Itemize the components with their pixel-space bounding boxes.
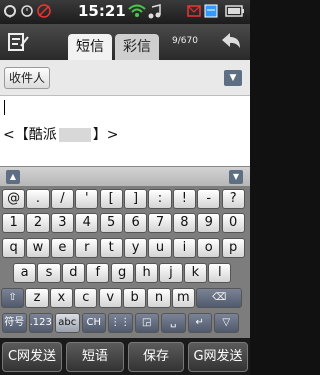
message-icon <box>187 4 201 18</box>
key-1-10[interactable]: ? <box>221 189 245 209</box>
redacted-name <box>58 128 91 142</box>
signature-close: 】> <box>92 127 119 143</box>
key-5-7[interactable]: n <box>147 288 171 308</box>
key-1-5[interactable]: [ <box>99 189 123 209</box>
key-2-2[interactable]: 2 <box>26 213 50 233</box>
recipient-button[interactable]: 收件人 <box>4 67 50 89</box>
key-3-4[interactable]: r <box>75 238 99 258</box>
key-6-9[interactable]: ▽ <box>214 313 239 333</box>
key-1-2[interactable]: . <box>26 189 50 209</box>
back-icon[interactable] <box>218 30 244 54</box>
key-2-1[interactable]: 1 <box>2 213 26 233</box>
key-2-6[interactable]: 6 <box>124 213 148 233</box>
key-5-2[interactable]: z <box>25 288 49 308</box>
key-6-1[interactable]: 符号 <box>2 313 27 333</box>
key-2-3[interactable]: 3 <box>50 213 74 233</box>
chevron-up-icon[interactable]: ▲ <box>6 170 20 184</box>
status-bar: 15:21 <box>0 0 250 24</box>
key-1-4[interactable]: ' <box>75 189 99 209</box>
key-3-2[interactable]: w <box>26 238 50 258</box>
key-1-8[interactable]: ! <box>172 189 196 209</box>
vibrate-off-icon <box>37 4 51 18</box>
key-3-3[interactable]: e <box>50 238 74 258</box>
status-time: 15:21 <box>78 2 126 20</box>
tab-sms[interactable]: 短信 <box>68 34 112 60</box>
key-5-1[interactable]: ⇧ <box>1 288 25 308</box>
key-2-8[interactable]: 8 <box>172 213 196 233</box>
key-6-2[interactable]: .123 <box>28 313 53 333</box>
key-2-9[interactable]: 9 <box>197 213 221 233</box>
c-network-send-button[interactable]: C网发送 <box>2 342 62 372</box>
signature-text: <【酷派 】> <box>3 124 118 144</box>
wifi-icon <box>128 3 146 17</box>
key-4-3[interactable]: d <box>61 263 85 283</box>
key-6-4[interactable]: CH <box>81 313 106 333</box>
calendar-icon <box>204 4 218 18</box>
tab-mms[interactable]: 彩信 <box>115 34 159 60</box>
key-3-1[interactable]: q <box>2 238 26 258</box>
on-screen-keyboard: @. / '[]:! -? 1 2 3 4 5 6 7 8 9 0 q w e r t y u i o p a s d f g h j k l ⇧… <box>0 186 250 338</box>
compose-icon[interactable] <box>8 32 30 52</box>
key-5-6[interactable]: b <box>123 288 147 308</box>
phrases-button[interactable]: 短语 <box>66 342 124 372</box>
key-5-8[interactable]: m <box>171 288 195 308</box>
key-6-8[interactable]: ↵ <box>187 313 212 333</box>
message-body-input[interactable]: <【酷派 】> <box>0 96 250 166</box>
music-icon <box>148 4 162 19</box>
chevron-down-icon[interactable]: ▼ <box>224 70 242 86</box>
key-4-9[interactable]: l <box>208 263 232 283</box>
recipient-row: 收件人 ▼ <box>0 60 250 96</box>
key-6-6[interactable]: ◲ <box>134 313 159 333</box>
key-2-4[interactable]: 4 <box>75 213 99 233</box>
key-3-8[interactable]: i <box>172 238 196 258</box>
signature-open: <【酷派 <box>3 127 57 143</box>
key-1-3[interactable]: / <box>50 189 74 209</box>
key-4-4[interactable]: f <box>86 263 110 283</box>
alarm-icon <box>20 4 34 18</box>
key-1-7[interactable]: : <box>148 189 172 209</box>
key-4-5[interactable]: g <box>110 263 134 283</box>
key-4-7[interactable]: j <box>159 263 183 283</box>
key-5-9[interactable]: ⌫ <box>196 288 243 308</box>
key-2-7[interactable]: 7 <box>148 213 172 233</box>
text-cursor <box>4 100 5 115</box>
key-1-6[interactable]: ] <box>124 189 148 209</box>
chevron-down-icon[interactable]: ▼ <box>229 170 243 184</box>
key-2-5[interactable]: 5 <box>99 213 123 233</box>
key-3-6[interactable]: y <box>124 238 148 258</box>
key-3-9[interactable]: o <box>197 238 221 258</box>
key-6-3[interactable]: abc <box>55 313 80 333</box>
g-network-send-button[interactable]: G网发送 <box>188 342 248 372</box>
key-6-7[interactable]: ␣ <box>161 313 186 333</box>
key-3-5[interactable]: t <box>99 238 123 258</box>
save-button[interactable]: 保存 <box>128 342 184 372</box>
key-4-2[interactable]: s <box>37 263 61 283</box>
key-4-6[interactable]: h <box>135 263 159 283</box>
key-3-7[interactable]: u <box>148 238 172 258</box>
key-1-9[interactable]: - <box>197 189 221 209</box>
key-5-3[interactable]: x <box>49 288 73 308</box>
key-5-4[interactable]: c <box>74 288 98 308</box>
keyboard-toolbar: ▲ ▼ <box>0 166 250 186</box>
key-6-5[interactable]: ⋮⋮ <box>108 313 133 333</box>
character-counter: 9/670 <box>172 36 198 46</box>
message-header: 短信 彩信 9/670 <box>0 24 250 60</box>
key-3-10[interactable]: p <box>221 238 245 258</box>
gps-icon <box>3 4 17 18</box>
key-5-5[interactable]: v <box>98 288 122 308</box>
key-2-10[interactable]: 0 <box>221 213 245 233</box>
key-4-8[interactable]: k <box>183 263 207 283</box>
battery-icon <box>225 4 245 18</box>
key-4-1[interactable]: a <box>13 263 37 283</box>
bottom-action-bar: C网发送 短语 保存 G网发送 <box>0 338 250 375</box>
key-1-1[interactable]: @ <box>2 189 26 209</box>
